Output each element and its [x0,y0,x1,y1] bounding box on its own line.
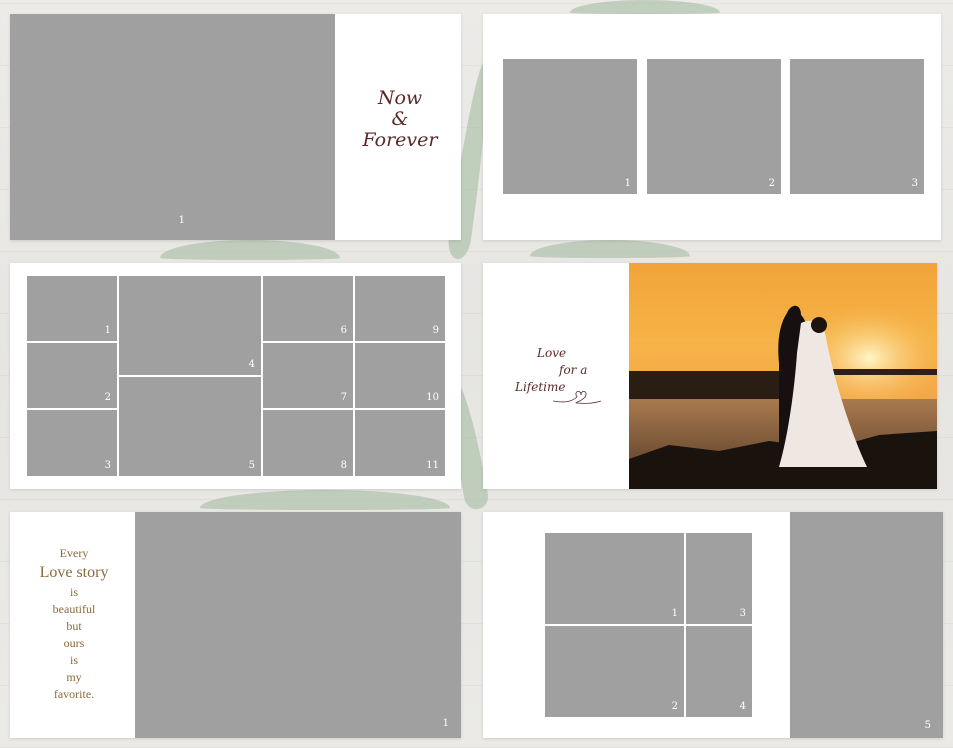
background-leaf [570,0,720,14]
album-spread-2[interactable]: 1 2 3 [483,14,941,240]
placeholder-number: 3 [104,460,111,471]
photo-placeholder-9[interactable]: 9 [355,276,445,341]
quote-line: ours [63,636,85,650]
photo-placeholder-11[interactable]: 11 [355,410,445,476]
spread-title-text: Now & Forever [350,88,450,151]
photo-placeholder-5[interactable]: 5 [790,512,943,738]
quote-line: my [66,670,82,684]
placeholder-number: 10 [426,392,439,403]
title-line-for-a: for a [559,363,588,377]
placeholder-number: 11 [426,460,439,471]
photo-placeholder-1[interactable]: 1 [503,59,637,194]
photo-placeholder-3[interactable]: 3 [27,410,117,476]
placeholder-number: 3 [911,178,918,189]
photo-placeholder-8[interactable]: 8 [263,410,353,476]
album-spread-3[interactable]: 1 2 3 4 5 6 7 8 9 10 11 [10,263,461,489]
quote-line: Every [59,546,89,560]
placeholder-number: 7 [340,392,347,403]
photo-placeholder-2[interactable]: 2 [545,626,684,717]
placeholder-number: 9 [432,325,439,336]
placeholder-number: 6 [340,325,347,336]
placeholder-number: 1 [671,608,678,619]
photo-placeholder-1[interactable]: 1 [10,14,335,240]
album-spread-4[interactable]: Love for a Lifetime [483,263,937,489]
placeholder-number: 2 [104,392,111,403]
placeholder-number: 4 [739,701,746,712]
sunset-photo-illustration [629,263,937,489]
photo-placeholder-7[interactable]: 7 [263,343,353,408]
title-line-forever: Forever [362,129,438,151]
placeholder-number: 3 [739,608,746,619]
placeholder-number: 5 [924,720,931,731]
background-leaf [160,240,340,260]
placeholder-number: 8 [340,460,347,471]
title-line-love: Love [537,346,567,360]
title-line-now: Now [377,87,423,109]
placeholder-number: 1 [442,718,449,729]
photo-placeholder-1[interactable]: 1 [27,276,117,341]
placeholder-number: 2 [671,701,678,712]
placeholder-number: 1 [104,325,111,336]
quote-text: Every Love story is beautiful but ours i… [24,545,124,703]
title-line-and: & [391,108,409,130]
quote-line: is [69,585,78,599]
photo-placeholder-4[interactable]: 4 [686,626,752,717]
photo-placeholder-2[interactable]: 2 [647,59,781,194]
placeholder-number: 4 [248,359,255,370]
quote-line-highlight: Love story [39,564,109,581]
photo-placeholder-1[interactable]: 1 [135,512,461,738]
album-spread-6[interactable]: 1 2 3 4 5 [483,512,943,738]
background-leaf [200,490,450,510]
placeholder-number: 2 [768,178,775,189]
quote-line: beautiful [52,602,96,616]
quote-line: but [66,619,82,633]
photo-placeholder-6[interactable]: 6 [263,276,353,341]
photo-placeholder-3[interactable]: 3 [790,59,924,194]
album-spread-5[interactable]: Every Love story is beautiful but ours i… [10,512,461,738]
album-spread-1[interactable]: 1 Now & Forever [10,14,461,240]
heart-flourish-icon [552,391,602,404]
placeholder-number: 1 [178,215,185,226]
photo-placeholder-2[interactable]: 2 [27,343,117,408]
wedding-photo-couple-sunset[interactable] [629,263,937,489]
background-leaf [530,240,690,258]
photo-placeholder-4[interactable]: 4 [119,276,261,375]
quote-line: favorite. [53,687,95,701]
placeholder-number: 5 [248,460,255,471]
photo-placeholder-3[interactable]: 3 [686,533,752,624]
quote-line: is [69,653,78,667]
photo-placeholder-1[interactable]: 1 [545,533,684,624]
photo-placeholder-5[interactable]: 5 [119,377,261,476]
photo-placeholder-10[interactable]: 10 [355,343,445,408]
placeholder-number: 1 [624,178,631,189]
